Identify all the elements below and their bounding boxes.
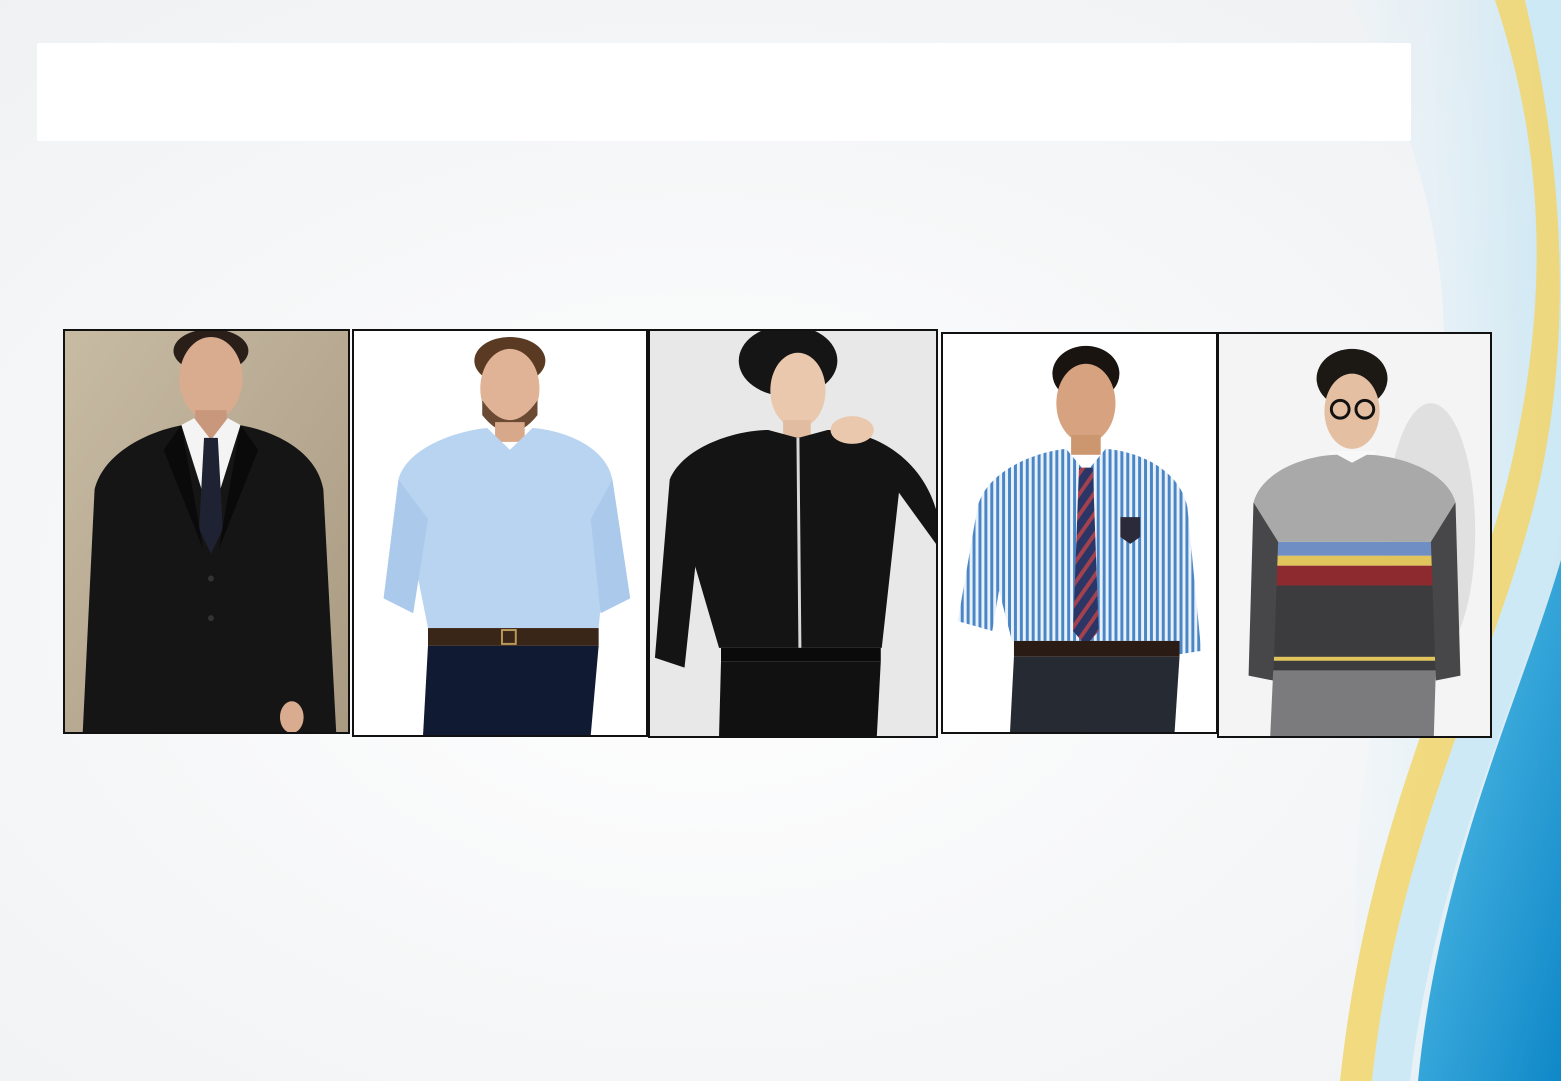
slide <box>0 0 1561 1081</box>
photo-man-in-black-suit <box>63 329 350 734</box>
photo-man-in-light-blue-shirt <box>352 329 648 737</box>
photo-man-in-striped-shirt-and-tie <box>941 332 1218 734</box>
title-box[interactable] <box>37 43 1411 141</box>
photo-man-in-black-shirt <box>648 329 938 738</box>
photo-man-in-patterned-sweater <box>1217 332 1492 738</box>
